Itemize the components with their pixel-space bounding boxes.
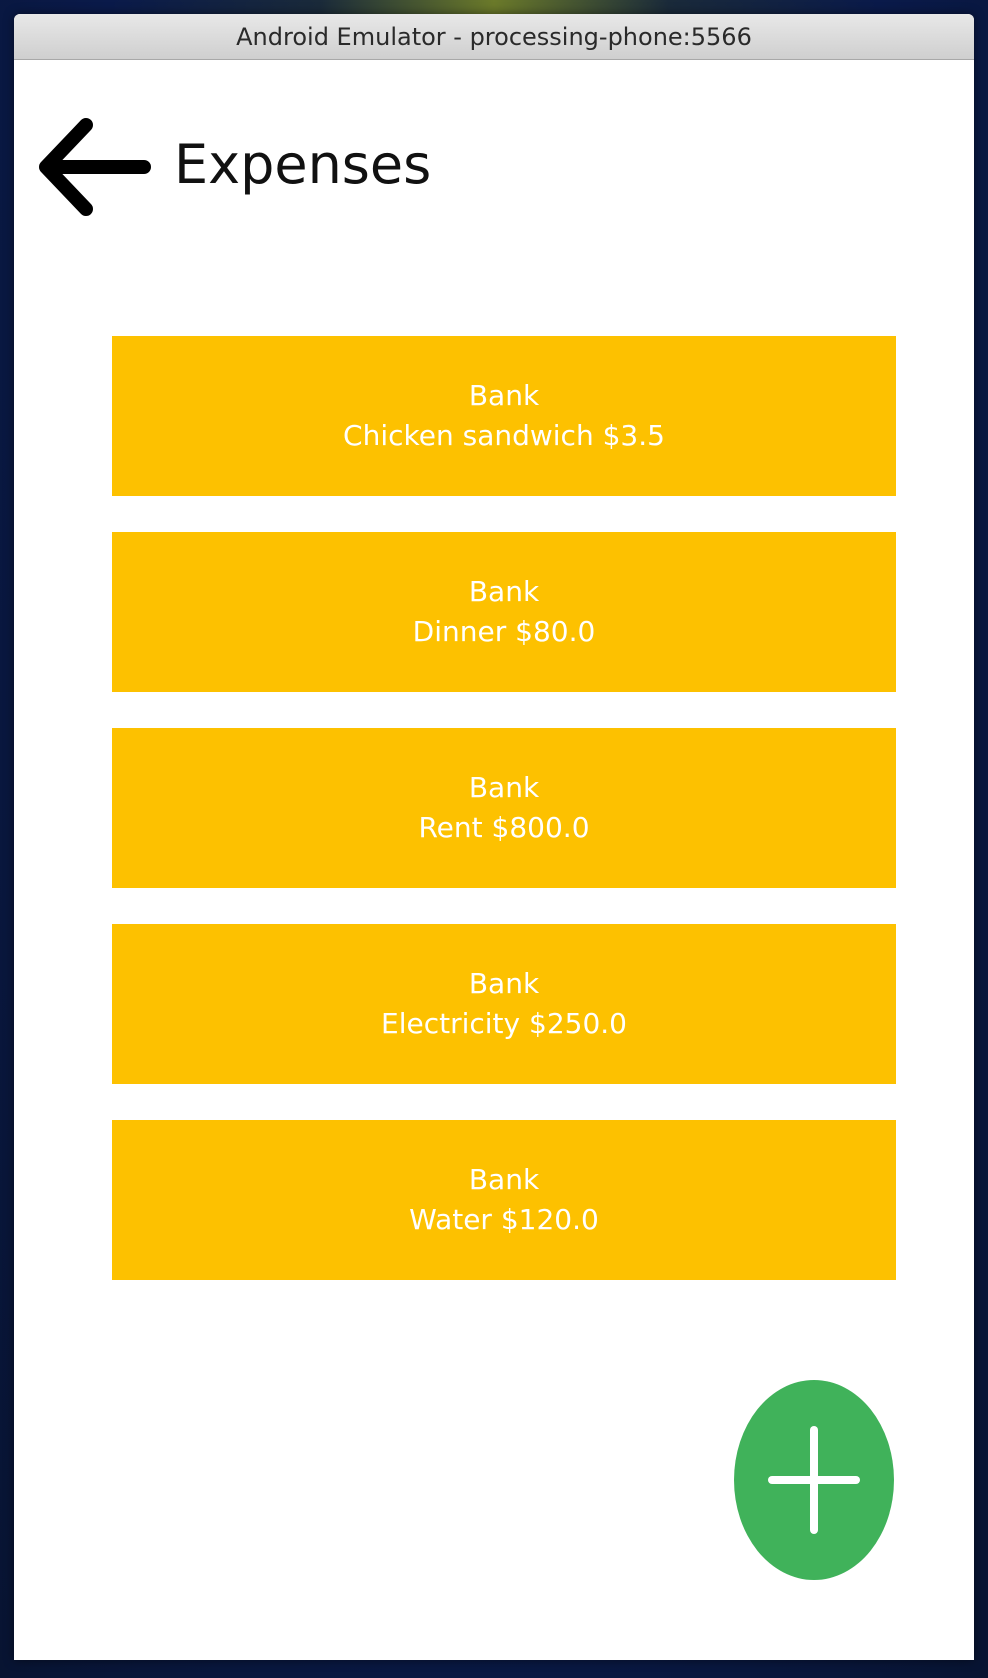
expense-item[interactable]: Bank Electricity $250.0 <box>112 924 896 1084</box>
expense-item[interactable]: Bank Dinner $80.0 <box>112 532 896 692</box>
emulator-window: Android Emulator - processing-phone:5566… <box>14 14 974 1660</box>
expense-list: Bank Chicken sandwich $3.5 Bank Dinner $… <box>112 336 896 1316</box>
expense-item[interactable]: Bank Chicken sandwich $3.5 <box>112 336 896 496</box>
expense-account: Bank <box>468 379 540 412</box>
add-expense-button[interactable] <box>734 1380 894 1580</box>
arrow-left-icon <box>39 118 151 216</box>
expense-account: Bank <box>468 1163 540 1196</box>
expense-detail: Chicken sandwich $3.5 <box>343 419 665 452</box>
expense-item[interactable]: Bank Rent $800.0 <box>112 728 896 888</box>
back-button[interactable] <box>36 115 154 219</box>
expense-account: Bank <box>468 967 540 1000</box>
expense-account: Bank <box>468 771 540 804</box>
expense-detail: Water $120.0 <box>409 1203 599 1236</box>
expense-item[interactable]: Bank Water $120.0 <box>112 1120 896 1280</box>
window-titlebar[interactable]: Android Emulator - processing-phone:5566 <box>14 14 974 60</box>
expense-detail: Electricity $250.0 <box>381 1007 627 1040</box>
app-header: Expenses <box>14 60 974 230</box>
expense-detail: Rent $800.0 <box>418 811 590 844</box>
expense-detail: Dinner $80.0 <box>412 615 596 648</box>
expense-account: Bank <box>468 575 540 608</box>
window-title: Android Emulator - processing-phone:5566 <box>236 22 752 51</box>
page-title: Expenses <box>174 133 432 196</box>
plus-icon <box>768 1426 860 1534</box>
